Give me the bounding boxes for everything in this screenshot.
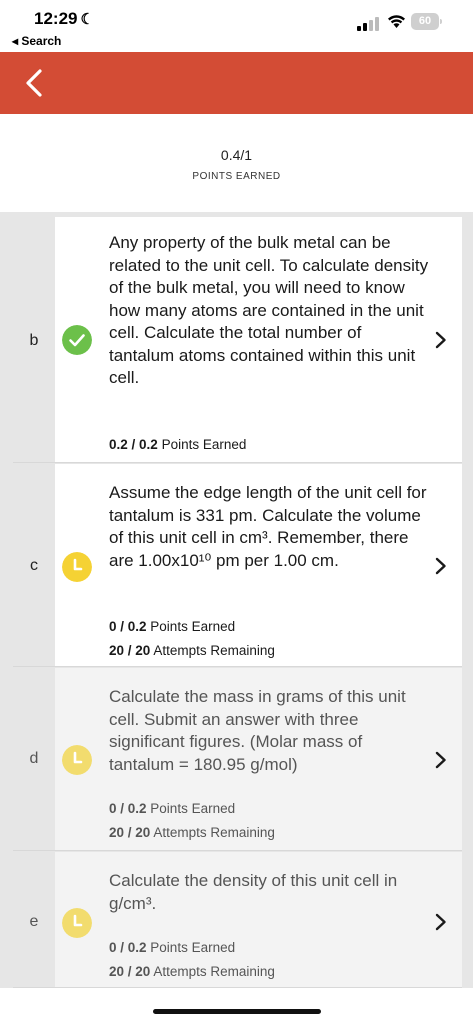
attempts-remaining: 20 / 20 Attempts Remaining xyxy=(109,825,275,840)
question-part-d[interactable]: d Calculate the mass in grams of this un… xyxy=(13,668,462,851)
part-prompt: Calculate the density of this unit cell … xyxy=(109,871,398,913)
score-label: POINTS EARNED xyxy=(192,171,281,182)
check-circle-icon xyxy=(62,325,92,355)
points-earned: 0 / 0.2 Points Earned xyxy=(109,801,236,816)
cellular-signal-icon xyxy=(357,17,381,31)
home-indicator[interactable] xyxy=(153,1009,321,1014)
question-part-b[interactable]: b Any property of the bulk metal can be … xyxy=(13,217,462,463)
part-letter: e xyxy=(13,852,55,987)
chevron-right-icon[interactable] xyxy=(434,750,448,770)
score-summary: 0.4/1 POINTS EARNED xyxy=(0,114,473,212)
clock-icon xyxy=(62,745,92,775)
points-earned: 0.2 / 0.2 Points Earned xyxy=(109,437,247,452)
question-part-c[interactable]: c Assume the edge length of the unit cel… xyxy=(13,464,462,667)
question-part-e[interactable]: e Calculate the density of this unit cel… xyxy=(13,852,462,988)
part-prompt: Calculate the mass in grams of this unit… xyxy=(109,687,406,774)
points-earned: 0 / 0.2 Points Earned xyxy=(109,619,236,634)
clock: 12:29 ☾ xyxy=(34,9,94,28)
part-letter: d xyxy=(13,668,55,850)
points-earned: 0 / 0.2 Points Earned xyxy=(109,940,236,955)
question-part-list: b Any property of the bulk metal can be … xyxy=(0,212,473,988)
back-to-app-link[interactable]: ◂ Search xyxy=(12,34,61,48)
chevron-left-icon[interactable] xyxy=(20,66,50,100)
nav-bar xyxy=(0,52,473,114)
clock-icon xyxy=(62,908,92,938)
status-bar: 12:29 ☾ ◂ Search 60 xyxy=(0,0,473,52)
part-prompt: Any property of the bulk metal can be re… xyxy=(109,233,429,387)
battery-nub xyxy=(440,19,442,24)
moon-icon: ☾ xyxy=(80,11,94,28)
wifi-icon xyxy=(388,15,405,28)
score-value: 0.4/1 xyxy=(220,147,253,163)
part-letter: c xyxy=(13,464,55,666)
chevron-right-icon[interactable] xyxy=(434,556,448,576)
chevron-right-icon[interactable] xyxy=(434,330,448,350)
chevron-right-icon[interactable] xyxy=(434,912,448,932)
attempts-remaining: 20 / 20 Attempts Remaining xyxy=(109,964,275,979)
part-prompt: Assume the edge length of the unit cell … xyxy=(109,483,427,570)
part-letter: b xyxy=(13,217,55,462)
battery-icon: 60 xyxy=(411,13,439,30)
attempts-remaining: 20 / 20 Attempts Remaining xyxy=(109,643,275,658)
clock-icon xyxy=(62,552,92,582)
